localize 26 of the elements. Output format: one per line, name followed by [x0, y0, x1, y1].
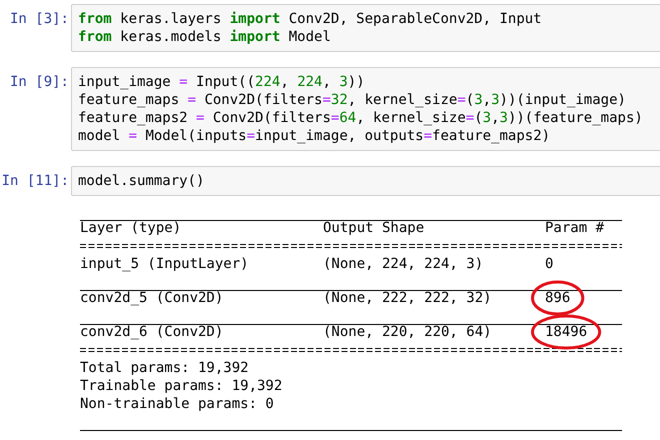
code-line: model.summary(): [78, 173, 204, 189]
table-cell: conv2d_6 (Conv2D): [80, 323, 224, 341]
table-cell: (None, 222, 222, 32): [323, 289, 492, 307]
code-cell[interactable]: [71, 67, 660, 151]
cell-prompt: In [11]:: [0, 172, 70, 190]
table-cell: (None, 224, 224, 3): [323, 255, 484, 273]
table-cell: (None, 220, 220, 64): [323, 323, 492, 341]
code-cell[interactable]: model.summary(): [71, 166, 660, 196]
table-cell: input_5 (InputLayer): [80, 255, 249, 273]
code-line: model = Model(inputs=input_image, outputs=feature_maps2): [78, 128, 550, 144]
cell-prompt: In [9]:: [8, 73, 70, 91]
code-line: from keras.layers import Conv2D, SeparableConv2D, Input: [78, 11, 542, 27]
cell-prompt: In [3]:: [8, 10, 70, 28]
summary-text: Non-trainable params: 0: [80, 396, 274, 412]
table-cell: 0: [545, 255, 554, 273]
code-line: feature_maps2 = Conv2D(filters=64, kernel_size=(3,3))(feature_maps): [78, 110, 643, 126]
code-cell[interactable]: from keras.layers import Conv2D, SeparableConv2D, Input from keras.models import Model: [71, 4, 660, 52]
code-line: input_image = Input((224, 224, 3)): [78, 74, 365, 90]
column-header: Param #: [545, 219, 604, 237]
summary-text: Trainable params: 19,392: [80, 378, 282, 394]
summary-text: Total params: 19,392: [80, 360, 249, 376]
code-line: feature_maps = Conv2D(filters=32, kernel_size=(3,3))(input_image): [78, 92, 626, 108]
table-cell: conv2d_5 (Conv2D): [80, 289, 224, 307]
code-line: from keras.models import Model: [78, 29, 331, 45]
column-header: Output Shape: [323, 219, 424, 237]
column-header: Layer (type): [80, 219, 182, 237]
